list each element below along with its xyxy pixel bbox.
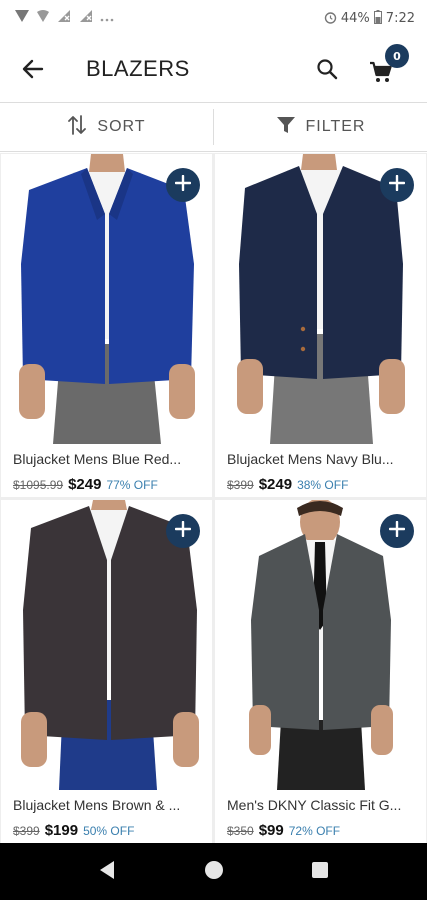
product-prices: $399 $199 50% OFF: [13, 822, 134, 839]
circle-home-icon: [204, 860, 224, 885]
app-bar: BLAZERS 0: [0, 38, 427, 102]
add-to-cart-button[interactable]: [166, 514, 200, 548]
nav-back-button[interactable]: [95, 860, 119, 885]
discount-label: 72% OFF: [288, 824, 341, 838]
signal-icon: [14, 9, 30, 28]
discount-label: 77% OFF: [106, 478, 158, 492]
plus-icon: [174, 520, 192, 542]
status-bar: 44% 7:22: [0, 0, 427, 38]
search-icon: [316, 58, 338, 85]
battery-icon: [373, 10, 382, 27]
battery-percent: 44%: [340, 11, 370, 26]
sort-filter-bar: SORT FILTER: [0, 102, 427, 152]
page-title: BLAZERS: [86, 56, 190, 81]
original-price: $350: [227, 824, 254, 838]
sort-label: SORT: [97, 118, 146, 135]
cart-count-badge: 0: [385, 44, 409, 68]
nav-recents-button[interactable]: [308, 861, 332, 883]
sale-price: $99: [258, 822, 284, 839]
wifi-icon: [36, 9, 50, 28]
more-icon: [100, 10, 114, 28]
original-price: $1095.99: [13, 478, 64, 492]
clock: 7:22: [385, 11, 415, 26]
product-card[interactable]: Blujacket Mens Brown & ... $399 $199 50%…: [1, 500, 212, 843]
product-card[interactable]: Blujacket Mens Blue Red... $1095.99 $249…: [1, 154, 212, 497]
plus-icon: [174, 174, 192, 196]
product-name: Blujacket Mens Brown & ...: [13, 797, 181, 813]
status-system: 44% 7:22: [324, 10, 415, 27]
back-button[interactable]: [16, 54, 50, 88]
signal-x-icon: [78, 9, 94, 28]
square-recents-icon: [311, 861, 329, 884]
product-card[interactable]: Blujacket Mens Navy Blu... $399 $249 38%…: [215, 154, 426, 497]
product-name: Men's DKNY Classic Fit G...: [227, 797, 402, 813]
sale-price: $249: [258, 476, 293, 493]
original-price: $399: [13, 824, 40, 838]
product-card[interactable]: Men's DKNY Classic Fit G... $350 $99 72%…: [215, 500, 426, 843]
product-name: Blujacket Mens Blue Red...: [13, 451, 182, 467]
search-button[interactable]: [310, 54, 344, 88]
signal-x-icon: [56, 9, 72, 28]
filter-button[interactable]: FILTER: [214, 103, 427, 151]
discount-label: 38% OFF: [297, 478, 349, 492]
product-name: Blujacket Mens Navy Blu...: [227, 451, 394, 467]
alarm-icon: [324, 11, 337, 27]
product-grid: Blujacket Mens Blue Red... $1095.99 $249…: [0, 153, 427, 843]
add-to-cart-button[interactable]: [380, 168, 414, 202]
back-arrow-icon: [21, 57, 45, 86]
discount-label: 50% OFF: [83, 824, 135, 838]
original-price: $399: [227, 478, 254, 492]
system-nav-bar: [0, 843, 427, 900]
sale-price: $249: [68, 476, 102, 493]
add-to-cart-button[interactable]: [380, 514, 414, 548]
product-prices: $1095.99 $249 77% OFF: [13, 476, 158, 493]
product-prices: $399 $249 38% OFF: [227, 476, 348, 493]
sale-price: $199: [44, 822, 79, 839]
nav-home-button[interactable]: [202, 860, 226, 885]
plus-icon: [388, 174, 406, 196]
sort-button[interactable]: SORT: [0, 103, 213, 151]
filter-icon: [276, 115, 296, 140]
product-prices: $350 $99 72% OFF: [227, 822, 340, 839]
cart-button[interactable]: 0: [365, 44, 409, 88]
sort-icon: [67, 114, 87, 141]
filter-label: FILTER: [305, 118, 366, 135]
triangle-back-icon: [98, 860, 116, 885]
plus-icon: [388, 520, 406, 542]
add-to-cart-button[interactable]: [166, 168, 200, 202]
status-notifications: [14, 9, 114, 28]
